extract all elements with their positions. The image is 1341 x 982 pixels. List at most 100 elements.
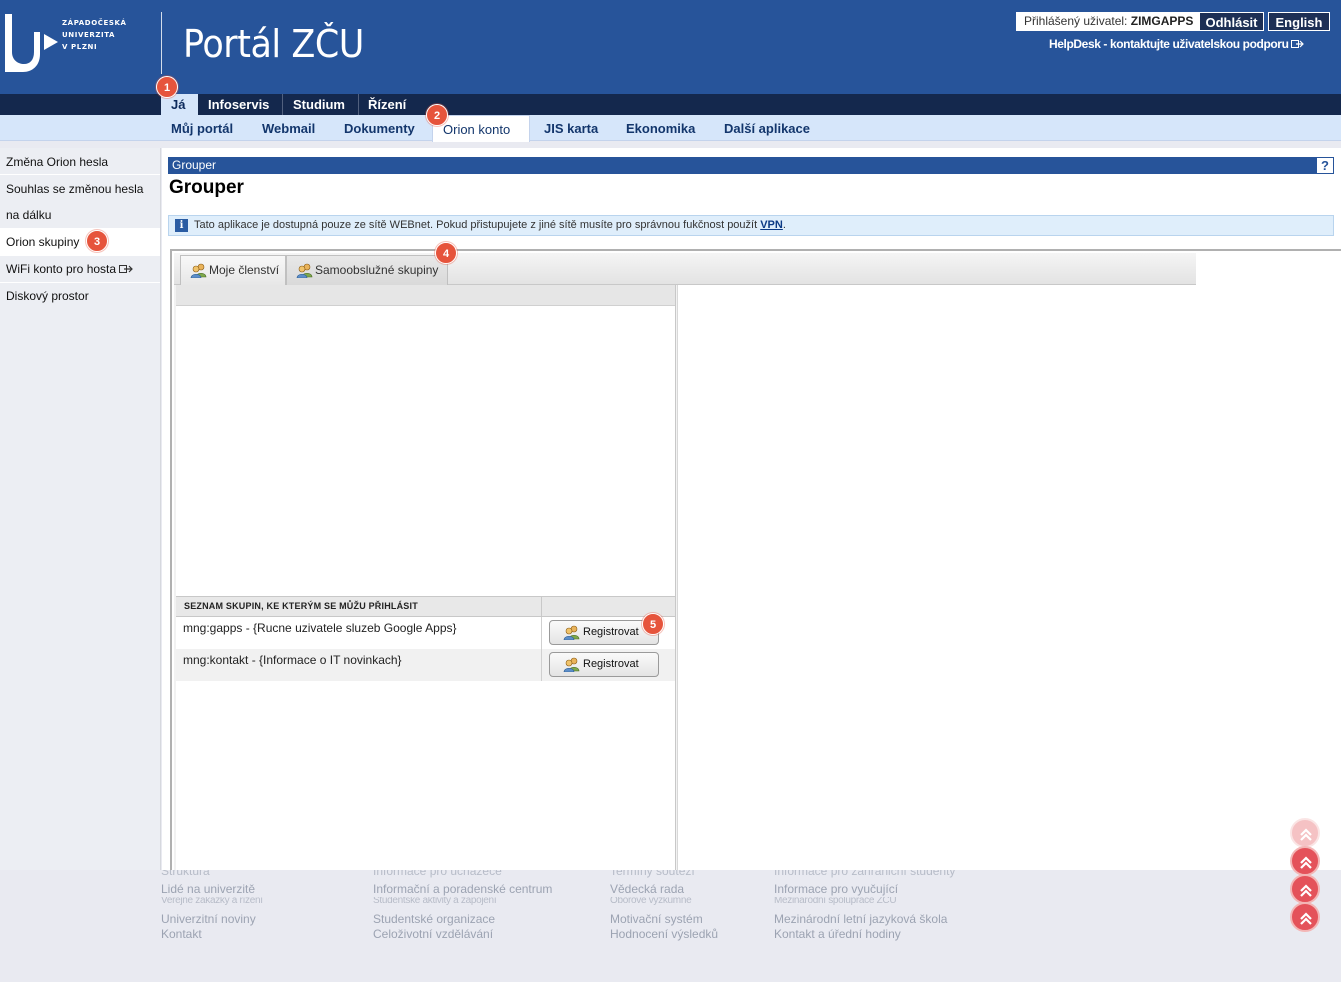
logo-divider [161, 12, 162, 74]
footer-link[interactable]: Vědecká rada [610, 882, 718, 897]
footer-column-4: Informace pro zahraniční studenty Inform… [774, 870, 955, 942]
sidebar-item-souhlas[interactable]: Souhlas se změnou hesla na dálku [0, 182, 160, 222]
footer-link[interactable]: Kontakt a úřední hodiny [774, 927, 955, 942]
users-add-icon [563, 657, 580, 672]
logged-user-name: ZIMGAPPS [1130, 14, 1194, 28]
group-name: mng:kontakt - {Informace o IT novinkach} [183, 653, 402, 667]
sidebar-item-wifi-konto[interactable]: WiFi konto pro hosta [0, 262, 160, 276]
sidebar-separator [0, 282, 160, 283]
left-pane: SEZNAM SKUPIN, KE KTERÝM SE MŮŽU PŘIHLÁS… [176, 285, 676, 870]
footer-link[interactable]: Motivační systém [610, 912, 718, 927]
footer-link[interactable]: Informace pro uchazeče [373, 870, 552, 878]
column-separator [541, 649, 542, 681]
main-content: Grouper ? Grouper i Tato aplikace je dos… [162, 148, 1341, 870]
logged-user-label: Přihlášený uživatel: [1024, 14, 1128, 28]
scroll-top-button[interactable] [1290, 846, 1320, 876]
footer-link[interactable]: Struktura [161, 870, 263, 878]
footer-link[interactable]: Informace pro zahraniční studenty [774, 870, 955, 878]
footer-link[interactable]: Lidé na univerzitě [161, 882, 263, 897]
sidebar-item-diskovy-prostor[interactable]: Diskový prostor [0, 289, 160, 303]
scroll-top-button[interactable] [1290, 902, 1320, 932]
logged-user-box: Přihlášený uživatel: ZIMGAPPS [1016, 12, 1200, 31]
footer-link[interactable]: Celoživotní vzdělávání [373, 927, 552, 942]
footer-link[interactable]: Kontakt [161, 927, 263, 942]
language-english-button[interactable]: English [1268, 12, 1330, 31]
scroll-top-button[interactable] [1290, 874, 1320, 904]
grouper-app: Moje členství Samoobslužné skupiny SEZNA… [174, 253, 1196, 870]
annotation-badge: 4 [435, 242, 457, 264]
footer-link[interactable]: Hodnocení výsledků [610, 927, 718, 942]
footer-link[interactable]: Oborové výzkumné [610, 897, 718, 905]
info-text-end: . [782, 219, 786, 231]
section-bar-title: Grouper [172, 158, 217, 172]
portal-title: Portál ZČU [183, 22, 364, 66]
top-navigation: Já Infoservis Studium Řízení [0, 94, 1341, 115]
groups-table-header: SEZNAM SKUPIN, KE KTERÝM SE MŮŽU PŘIHLÁS… [176, 596, 675, 618]
topnav-infoservis[interactable]: Infoservis [198, 94, 283, 115]
right-pane [677, 285, 1196, 870]
subnav-jis-karta[interactable]: JIS karta [544, 115, 598, 141]
sidebar-item-orion-skupiny[interactable]: Orion skupiny [0, 229, 160, 255]
footer-link[interactable]: Termíny soutěží [610, 870, 718, 878]
helpdesk-link[interactable]: HelpDesk - kontaktujte uživatelskou podp… [1049, 37, 1305, 51]
subnav-dalsi-aplikace[interactable]: Další aplikace [724, 115, 810, 141]
register-button[interactable]: Registrovat [549, 652, 659, 677]
sidebar-separator [0, 255, 160, 256]
footer-link[interactable]: Veřejné zakázky a řízení [161, 897, 263, 905]
footer-link[interactable]: Studentské organizace [373, 912, 552, 927]
sidebar: Změna Orion hesla Souhlas se změnou hesl… [0, 148, 161, 875]
footer-column-1: Struktura Lidé na univerzitě Veřejné zak… [161, 870, 263, 942]
register-button-label: Registrovat [583, 626, 639, 638]
users-icon [296, 263, 313, 278]
tab-samoobsluzne-skupiny[interactable]: Samoobslužné skupiny [286, 255, 448, 285]
help-icon[interactable]: ? [1317, 158, 1333, 173]
footer-column-2: Informace pro uchazeče Informační a pora… [373, 870, 552, 942]
tab-moje-clenstvi-label: Moje členství [209, 263, 280, 277]
annotation-badge: 3 [86, 230, 108, 252]
double-chevron-up-icon [1300, 884, 1312, 897]
double-chevron-up-icon [1300, 912, 1312, 925]
annotation-badge: 1 [156, 76, 178, 98]
table-row: mng:kontakt - {Informace o IT novinkach}… [176, 649, 675, 681]
logo-text: ZÁPADOČESKÁ UNIVERZITA V PLZNI [62, 19, 127, 51]
scroll-top-button[interactable] [1290, 818, 1320, 848]
footer-link[interactable]: Mezinárodní letní jazyková škola [774, 912, 955, 927]
users-icon [190, 263, 207, 278]
vpn-link[interactable]: VPN [760, 219, 783, 231]
footer-link[interactable]: Univerzitní noviny [161, 912, 263, 927]
grouper-tabbar: Moje členství Samoobslužné skupiny [174, 253, 1196, 285]
sub-navigation: Můj portál Webmail Dokumenty Orion konto… [0, 115, 1341, 142]
table-row: mng:gapps - {Rucne uzivatele sluzeb Goog… [176, 617, 675, 649]
info-text: Tato aplikace je dostupná pouze ze sítě … [194, 219, 758, 231]
subnav-dokumenty[interactable]: Dokumenty [344, 115, 415, 141]
sidebar-item-souhlas-line2: na dálku [6, 208, 52, 222]
section-bar: Grouper ? [168, 157, 1334, 174]
topnav-studium[interactable]: Studium [283, 94, 358, 115]
subnav-ekonomika[interactable]: Ekonomika [626, 115, 695, 141]
footer-link[interactable]: Informační a poradenské centrum [373, 882, 552, 897]
users-add-icon [563, 625, 580, 640]
double-chevron-up-icon [1300, 828, 1312, 841]
logout-button[interactable]: Odhlásit [1199, 12, 1264, 31]
tab-samoobsluzne-skupiny-label: Samoobslužné skupiny [315, 263, 439, 277]
footer-link[interactable]: Informace pro vyučující [774, 882, 955, 897]
sidebar-item-wifi-label: WiFi konto pro hosta [6, 262, 117, 276]
external-link-icon [1291, 40, 1305, 48]
left-pane-header [176, 285, 675, 306]
tab-moje-clenstvi[interactable]: Moje členství [180, 255, 286, 285]
column-separator [541, 597, 542, 618]
subnav-webmail[interactable]: Webmail [262, 115, 315, 141]
footer-link[interactable]: Studentské aktivity a zapojení [373, 897, 552, 905]
annotation-badge: 2 [426, 104, 448, 126]
group-name: mng:gapps - {Rucne uzivatele sluzeb Goog… [183, 621, 457, 635]
sidebar-separator [0, 174, 160, 175]
footer-link[interactable]: Mezinárodní spolupráce ZČU [774, 897, 955, 905]
sidebar-item-zmena-hesla[interactable]: Změna Orion hesla [0, 155, 160, 169]
register-button-label: Registrovat [583, 658, 639, 670]
annotation-badge: 5 [642, 613, 664, 635]
double-chevron-up-icon [1300, 856, 1312, 869]
footer-column-3: Termíny soutěží Vědecká rada Oborové výz… [610, 870, 718, 942]
topnav-rizeni[interactable]: Řízení [359, 94, 419, 115]
info-icon: i [175, 219, 188, 232]
subnav-muj-portal[interactable]: Můj portál [171, 115, 233, 141]
